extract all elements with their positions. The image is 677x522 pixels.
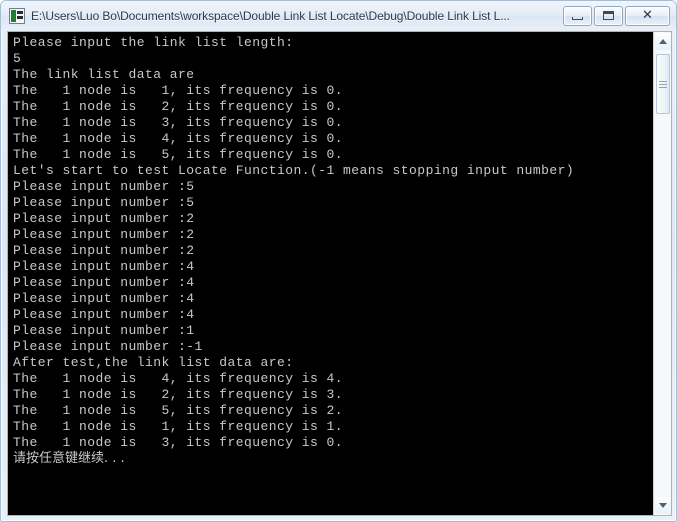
console-window: E:\Users\Luo Bo\Documents\workspace\Doub… bbox=[0, 0, 677, 522]
console-line: Please input number :4 bbox=[13, 259, 195, 274]
console-line-container: Please input the link list length: 5 The l… bbox=[8, 32, 653, 467]
console-line: The 1 node is 2, its frequency is 3. bbox=[13, 387, 344, 402]
console-line: Please input number :2 bbox=[13, 243, 195, 258]
console-line: The 1 node is 5, its frequency is 0. bbox=[13, 147, 344, 162]
console-line: Please input the link list length: bbox=[13, 35, 294, 50]
console-line: Please input number :4 bbox=[13, 307, 195, 322]
console-line: The 1 node is 2, its frequency is 0. bbox=[13, 99, 344, 114]
title-bar[interactable]: E:\Users\Luo Bo\Documents\workspace\Doub… bbox=[1, 1, 676, 30]
scrollbar-thumb[interactable] bbox=[656, 54, 670, 114]
window-title: E:\Users\Luo Bo\Documents\workspace\Doub… bbox=[31, 8, 510, 23]
console-line: Please input number :1 bbox=[13, 323, 195, 338]
minimize-button[interactable] bbox=[563, 5, 592, 26]
console-line: Please input number :5 bbox=[13, 179, 195, 194]
press-any-key-prompt: 请按任意键继续. . . bbox=[13, 451, 125, 466]
scroll-up-button[interactable] bbox=[655, 33, 671, 50]
console-line: Please input number :-1 bbox=[13, 339, 203, 354]
vertical-scrollbar[interactable] bbox=[653, 32, 671, 515]
maximize-button[interactable] bbox=[594, 5, 623, 26]
console-line: The 1 node is 1, its frequency is 0. bbox=[13, 83, 344, 98]
console-line: Please input number :4 bbox=[13, 291, 195, 306]
console-client-area: Please input the link list length: 5 The l… bbox=[7, 31, 672, 516]
console-line: Please input number :5 bbox=[13, 195, 195, 210]
console-line: The 1 node is 4, its frequency is 0. bbox=[13, 131, 344, 146]
scroll-down-button[interactable] bbox=[655, 497, 671, 514]
console-line: The 1 node is 5, its frequency is 2. bbox=[13, 403, 344, 418]
scroll-down-arrow-icon bbox=[659, 503, 667, 508]
console-line: The 1 node is 3, its frequency is 0. bbox=[13, 435, 344, 450]
scrollbar-track[interactable] bbox=[655, 50, 671, 497]
console-line: Let's start to test Locate Function.(-1 … bbox=[13, 163, 575, 178]
console-line: Please input number :2 bbox=[13, 227, 195, 242]
close-icon: ✕ bbox=[642, 8, 653, 23]
grip-lines-icon bbox=[659, 80, 667, 88]
maximize-icon bbox=[595, 7, 622, 25]
console-line: The 1 node is 3, its frequency is 0. bbox=[13, 115, 344, 130]
scroll-up-arrow-icon bbox=[659, 39, 667, 44]
window-controls: ✕ bbox=[563, 5, 670, 26]
minimize-icon bbox=[564, 7, 591, 25]
console-line: Please input number :2 bbox=[13, 211, 195, 226]
console-line: The 1 node is 4, its frequency is 4. bbox=[13, 371, 344, 386]
console-line: The 1 node is 1, its frequency is 1. bbox=[13, 419, 344, 434]
console-line: The link list data are bbox=[13, 67, 195, 82]
console-line: Please input number :4 bbox=[13, 275, 195, 290]
console-output[interactable]: Please input the link list length: 5 The l… bbox=[8, 32, 653, 515]
console-line: After test,the link list data are: bbox=[13, 355, 294, 370]
console-line: 5 bbox=[13, 51, 22, 66]
close-button[interactable]: ✕ bbox=[625, 5, 670, 26]
console-app-icon[interactable] bbox=[9, 7, 25, 24]
